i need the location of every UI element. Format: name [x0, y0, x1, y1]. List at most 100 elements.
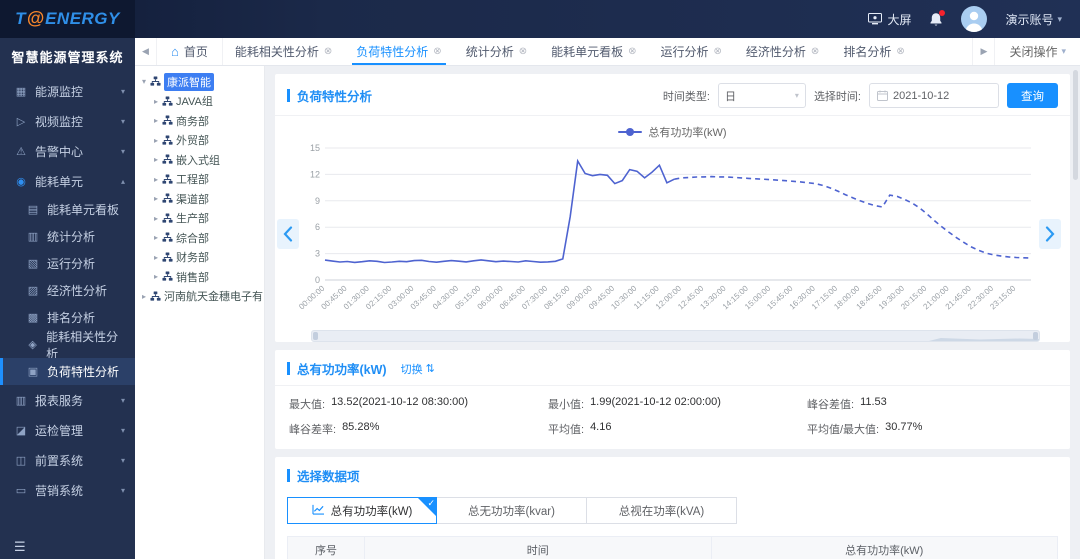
- chevron-down-icon: ▾: [120, 455, 125, 465]
- expander-closed-icon[interactable]: ▸: [151, 233, 161, 242]
- submenu-icon: ▣: [27, 366, 39, 378]
- data-item-tab-总视在功率(kVA)[interactable]: 总视在功率(kVA): [587, 497, 737, 524]
- account-menu[interactable]: 演示账号 ▾: [1005, 11, 1062, 28]
- data-item-tab-总无功功率(kvar)[interactable]: 总无功功率(kvar): [437, 497, 587, 524]
- time-type-select[interactable]: 日 ▾: [717, 83, 806, 108]
- sidebar-item-label: 营销系统: [35, 483, 84, 498]
- switch-series-link[interactable]: 切换 ⇅: [401, 361, 435, 377]
- tree-node-渠道部[interactable]: ▸ 渠道部: [139, 189, 264, 209]
- tab-label: 能耗相关性分析: [234, 45, 319, 59]
- tab-能耗相关性分析[interactable]: 能耗相关性分析 ⊗: [223, 38, 344, 65]
- data-item-tab-总有功功率(kW)[interactable]: 总有功功率(kW) ✓: [287, 497, 437, 524]
- expander-closed-icon[interactable]: ▸: [151, 155, 161, 164]
- tree-node-销售部[interactable]: ▸ 销售部: [139, 267, 264, 287]
- sidebar-item-4[interactable]: ▥ 报表服务 ▾: [0, 385, 135, 415]
- tree-node-综合部[interactable]: ▸ 综合部: [139, 228, 264, 248]
- account-name: 演示账号: [1005, 12, 1054, 27]
- tab-运行分析[interactable]: 运行分析 ⊗: [649, 38, 734, 65]
- tab-close-icon[interactable]: ⊗: [324, 46, 332, 57]
- tree-node-商务部[interactable]: ▸ 商务部: [139, 111, 264, 131]
- chart-next-button[interactable]: [1039, 219, 1061, 249]
- sidebar-item-0[interactable]: ▦ 能源监控 ▾: [0, 76, 135, 106]
- sidebar-item-运行分析[interactable]: ▧ 运行分析: [0, 250, 135, 277]
- expander-open-icon[interactable]: ▾: [139, 77, 149, 86]
- tree-node-工程部[interactable]: ▸ 工程部: [139, 170, 264, 190]
- menu-collapse-icon[interactable]: ☰: [14, 539, 26, 555]
- sidebar-item-负荷特性分析[interactable]: ▣ 负荷特性分析: [0, 358, 135, 385]
- expander-closed-icon[interactable]: ▸: [151, 175, 161, 184]
- tree-node-label: 渠道部: [176, 193, 209, 206]
- stat-3: 峰谷差率: 85.28%: [289, 421, 538, 437]
- stat-value: 4.16: [590, 421, 612, 433]
- tab-排名分析[interactable]: 排名分析 ⊗: [831, 38, 916, 65]
- tree-node-康派智能[interactable]: ▾ 康派智能: [139, 72, 264, 92]
- big-screen-button[interactable]: 大屏: [868, 11, 911, 28]
- expander-closed-icon[interactable]: ▸: [151, 97, 161, 106]
- sidebar-item-6[interactable]: ◫ 前置系统 ▾: [0, 445, 135, 475]
- tree-node-生产部[interactable]: ▸ 生产部: [139, 209, 264, 229]
- tab-close-icon[interactable]: ⊗: [896, 46, 904, 57]
- tabs-scroll-right-icon[interactable]: ▶: [972, 38, 994, 65]
- expander-closed-icon[interactable]: ▸: [151, 253, 161, 262]
- sidebar-item-7[interactable]: ▭ 营销系统 ▾: [0, 475, 135, 505]
- tab-统计分析[interactable]: 统计分析 ⊗: [454, 38, 539, 65]
- data-zoom-slider[interactable]: [311, 330, 1040, 342]
- expander-closed-icon[interactable]: ▸: [151, 214, 161, 223]
- chevron-down-icon: ▾: [120, 395, 125, 405]
- main-scrollbar[interactable]: [1073, 70, 1078, 180]
- tab-home[interactable]: ⌂ 首页: [157, 38, 223, 65]
- query-button[interactable]: 查询: [1007, 83, 1058, 108]
- tab-负荷特性分析[interactable]: 负荷特性分析 ⊗: [344, 38, 453, 65]
- sidebar-item-能耗单元看板[interactable]: ▤ 能耗单元看板: [0, 196, 135, 223]
- tree-node-外贸部[interactable]: ▸ 外贸部: [139, 131, 264, 151]
- sidebar-item-label: 能源监控: [35, 84, 84, 99]
- expander-closed-icon[interactable]: ▸: [151, 272, 161, 281]
- submenu-icon: ◈: [28, 339, 37, 351]
- expander-closed-icon[interactable]: ▸: [151, 116, 161, 125]
- tab-close-icon[interactable]: ⊗: [519, 46, 527, 57]
- col-header: 总有功功率(kW): [710, 536, 1058, 559]
- chart-legend[interactable]: 总有功功率(kW): [275, 116, 1070, 140]
- expander-closed-icon[interactable]: ▸: [151, 136, 161, 145]
- zoom-handle-right[interactable]: [1033, 332, 1038, 340]
- check-icon: ✓: [427, 498, 435, 508]
- tab-能耗单元看板[interactable]: 能耗单元看板 ⊗: [539, 38, 648, 65]
- org-node-icon: [162, 213, 173, 224]
- expander-closed-icon[interactable]: ▸: [151, 194, 161, 203]
- notification-bell-icon[interactable]: [929, 9, 946, 27]
- logo-at-icon: @: [26, 8, 45, 29]
- expander-closed-icon[interactable]: ▸: [139, 292, 149, 301]
- tree-node-河南航天金穗电子有限公[interactable]: ▸ 河南航天金穗电子有限公: [139, 287, 264, 307]
- sidebar-item-经济性分析[interactable]: ▨ 经济性分析: [0, 277, 135, 304]
- sidebar-item-2[interactable]: ⚠ 告警中心 ▾: [0, 136, 135, 166]
- close-operations-menu[interactable]: 关闭操作 ▾: [994, 38, 1080, 65]
- tab-close-icon[interactable]: ⊗: [433, 46, 441, 57]
- sidebar-item-3[interactable]: ◉ 能耗单元 ▴: [0, 166, 135, 196]
- sidebar-item-1[interactable]: ▷ 视频监控 ▾: [0, 106, 135, 136]
- front-system-icon: ◫: [15, 454, 27, 467]
- tab-经济性分析[interactable]: 经济性分析 ⊗: [734, 38, 831, 65]
- switch-label: 切换: [400, 363, 423, 376]
- tree-node-JAVA组[interactable]: ▸ JAVA组: [139, 92, 264, 112]
- tab-close-icon[interactable]: ⊗: [714, 46, 722, 57]
- tree-node-财务部[interactable]: ▸ 财务部: [139, 248, 264, 268]
- sidebar-item-label: 告警中心: [35, 144, 84, 159]
- energy-unit-icon: ◉: [16, 175, 26, 188]
- sidebar-item-统计分析[interactable]: ▥ 统计分析: [0, 223, 135, 250]
- line-chart[interactable]: 0369121500:00:0000:45:0001:30:0002:15:00…: [299, 140, 1039, 328]
- chevron-down-icon: ▾: [120, 485, 125, 495]
- date-picker[interactable]: 2021-10-12: [869, 83, 999, 108]
- legend-label: 总有功功率(kW): [648, 127, 727, 139]
- stat-label: 峰谷差值:: [807, 399, 855, 411]
- avatar[interactable]: [961, 6, 988, 32]
- chart-prev-button[interactable]: [277, 219, 299, 249]
- stats-title: 总有功功率(kW): [297, 363, 387, 377]
- sidebar-item-5[interactable]: ◪ 运检管理 ▾: [0, 415, 135, 445]
- tree-node-嵌入式组[interactable]: ▸ 嵌入式组: [139, 150, 264, 170]
- tab-close-icon[interactable]: ⊗: [811, 46, 819, 57]
- zoom-handle-left[interactable]: [313, 332, 318, 340]
- sidebar-item-能耗相关性分析[interactable]: ◈ 能耗相关性分析: [0, 330, 135, 361]
- sidebar-item-label: 能耗单元看板: [47, 203, 120, 217]
- tab-close-icon[interactable]: ⊗: [628, 46, 636, 57]
- tabs-scroll-left-icon[interactable]: ◀: [135, 38, 157, 65]
